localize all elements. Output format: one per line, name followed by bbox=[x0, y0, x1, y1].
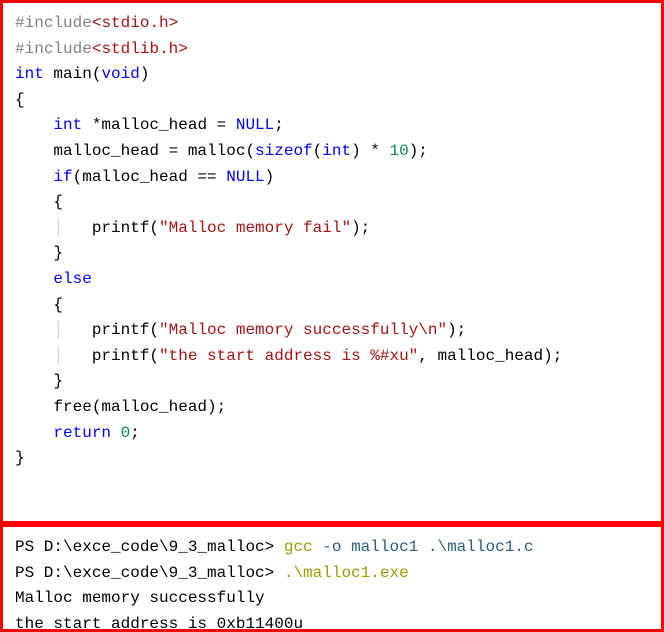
kw-else: else bbox=[53, 270, 91, 288]
code-line-10: } bbox=[15, 244, 63, 262]
terminal-line-2: PS D:\exce_code\9_3_malloc> .\malloc1.ex… bbox=[15, 564, 409, 582]
id-main: main bbox=[44, 65, 92, 83]
kw-int: int bbox=[53, 116, 82, 134]
space bbox=[111, 424, 121, 442]
pp-hash: # bbox=[15, 40, 25, 58]
brace: { bbox=[53, 193, 63, 211]
decl: *malloc_head = bbox=[82, 116, 236, 134]
header-name: stdio.h bbox=[101, 14, 168, 32]
punct: ); bbox=[447, 321, 466, 339]
kw-return: return bbox=[53, 424, 111, 442]
code-line-2: #include<stdlib.h> bbox=[15, 40, 188, 58]
brace: { bbox=[53, 296, 63, 314]
code-line-8: { bbox=[15, 193, 63, 211]
paren-close: ) bbox=[140, 65, 150, 83]
terminal-output: Malloc memory successfully bbox=[15, 589, 265, 607]
semi: ; bbox=[130, 424, 140, 442]
stmt: free(malloc_head); bbox=[53, 398, 226, 416]
indent bbox=[15, 193, 53, 211]
punct: ); bbox=[409, 142, 428, 160]
brace-close: } bbox=[15, 449, 25, 467]
code-line-5: int *malloc_head = NULL; bbox=[15, 116, 284, 134]
kw-null: NULL bbox=[236, 116, 274, 134]
angle-open: < bbox=[92, 40, 102, 58]
code-line-16: free(malloc_head); bbox=[15, 398, 226, 416]
angle-close: > bbox=[169, 14, 179, 32]
prompt: PS D:\exce_code\9_3_malloc> bbox=[15, 538, 284, 556]
code-line-7: if(malloc_head == NULL) bbox=[15, 168, 274, 186]
expr: (malloc_head == bbox=[73, 168, 227, 186]
prompt: PS D:\exce_code\9_3_malloc> bbox=[15, 564, 284, 582]
indent bbox=[15, 398, 53, 416]
code-editor-panel: #include<stdio.h> #include<stdlib.h> int… bbox=[0, 0, 664, 524]
indent-guide: │ bbox=[53, 321, 91, 339]
call: printf( bbox=[92, 321, 159, 339]
code-line-1: #include<stdio.h> bbox=[15, 14, 178, 32]
terminal-panel: PS D:\exce_code\9_3_malloc> gcc -o mallo… bbox=[0, 524, 664, 632]
kw-int: int bbox=[322, 142, 351, 160]
indent bbox=[15, 142, 53, 160]
brace-open: { bbox=[15, 91, 25, 109]
indent-guide: │ bbox=[53, 219, 91, 237]
indent bbox=[15, 347, 53, 365]
indent bbox=[15, 116, 53, 134]
indent bbox=[15, 372, 53, 390]
code-line-6: malloc_head = malloc(sizeof(int) * 10); bbox=[15, 142, 428, 160]
call: printf( bbox=[92, 347, 159, 365]
angle-open: < bbox=[92, 14, 102, 32]
string: "the start address is %#xu" bbox=[159, 347, 418, 365]
code-line-15: } bbox=[15, 372, 63, 390]
num: 0 bbox=[121, 424, 131, 442]
terminal-output: the start address is 0xb11400u bbox=[15, 615, 303, 632]
args: , malloc_head); bbox=[418, 347, 562, 365]
angle-close: > bbox=[178, 40, 188, 58]
screenshot-container: #include<stdio.h> #include<stdlib.h> int… bbox=[0, 0, 664, 632]
expr: ) * bbox=[351, 142, 389, 160]
indent bbox=[15, 296, 53, 314]
kw-int: int bbox=[15, 65, 44, 83]
indent bbox=[15, 270, 53, 288]
header-name: stdlib.h bbox=[101, 40, 178, 58]
command: .\malloc1.exe bbox=[284, 564, 409, 582]
code-line-13: │ printf("Malloc memory successfully\n")… bbox=[15, 321, 466, 339]
string: "Malloc memory fail" bbox=[159, 219, 351, 237]
code-line-9: │ printf("Malloc memory fail"); bbox=[15, 219, 370, 237]
semi: ; bbox=[274, 116, 284, 134]
kw-if: if bbox=[53, 168, 72, 186]
code-line-11: else bbox=[15, 270, 92, 288]
call: printf( bbox=[92, 219, 159, 237]
indent bbox=[15, 168, 53, 186]
indent bbox=[15, 321, 53, 339]
string: "Malloc memory successfully\n" bbox=[159, 321, 447, 339]
pp-include: include bbox=[25, 40, 92, 58]
paren: ( bbox=[313, 142, 323, 160]
indent bbox=[15, 219, 53, 237]
paren-open: ( bbox=[92, 65, 102, 83]
expr: malloc_head = malloc( bbox=[53, 142, 255, 160]
code-line-14: │ printf("the start address is %#xu", ma… bbox=[15, 347, 562, 365]
command-args: -o malloc1 .\malloc1.c bbox=[313, 538, 534, 556]
pp-hash: # bbox=[15, 14, 25, 32]
code-line-12: { bbox=[15, 296, 63, 314]
brace: } bbox=[53, 372, 63, 390]
pp-include: include bbox=[25, 14, 92, 32]
kw-void: void bbox=[101, 65, 139, 83]
indent bbox=[15, 424, 53, 442]
terminal-line-1: PS D:\exce_code\9_3_malloc> gcc -o mallo… bbox=[15, 538, 534, 556]
kw-sizeof: sizeof bbox=[255, 142, 313, 160]
paren: ) bbox=[265, 168, 275, 186]
indent bbox=[15, 244, 53, 262]
kw-null: NULL bbox=[226, 168, 264, 186]
command: gcc bbox=[284, 538, 313, 556]
code-line-3: int main(void) bbox=[15, 65, 149, 83]
indent-guide: │ bbox=[53, 347, 91, 365]
punct: ); bbox=[351, 219, 370, 237]
num: 10 bbox=[389, 142, 408, 160]
code-line-17: return 0; bbox=[15, 424, 140, 442]
brace: } bbox=[53, 244, 63, 262]
